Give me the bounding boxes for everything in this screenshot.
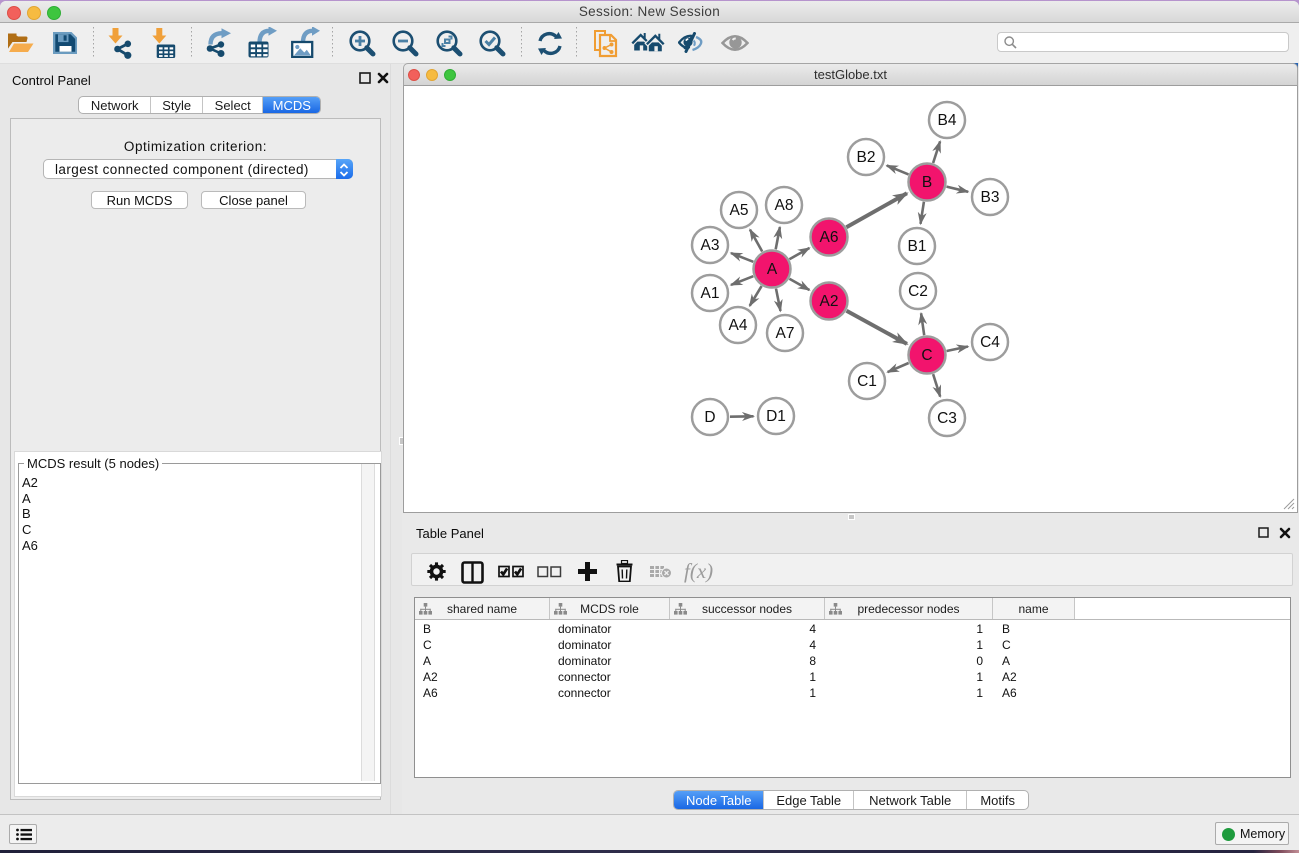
svg-text:C4: C4 (980, 334, 1000, 351)
svg-text:A2: A2 (820, 293, 839, 310)
svg-text:B: B (922, 174, 932, 191)
svg-text:C1: C1 (857, 373, 877, 390)
svg-text:A5: A5 (730, 202, 749, 219)
svg-text:C3: C3 (937, 410, 957, 427)
svg-text:A1: A1 (701, 285, 720, 302)
svg-text:C: C (921, 347, 932, 364)
svg-text:D: D (704, 409, 715, 426)
svg-text:D1: D1 (766, 408, 786, 425)
svg-text:A3: A3 (701, 237, 720, 254)
svg-text:A: A (767, 261, 778, 278)
svg-text:B1: B1 (908, 238, 927, 255)
svg-text:A8: A8 (775, 197, 794, 214)
svg-text:A6: A6 (820, 229, 839, 246)
svg-text:A7: A7 (776, 325, 795, 342)
svg-text:B3: B3 (981, 189, 1000, 206)
svg-text:B4: B4 (938, 112, 957, 129)
svg-text:A4: A4 (729, 317, 748, 334)
svg-text:C2: C2 (908, 283, 928, 300)
svg-text:B2: B2 (857, 149, 876, 166)
